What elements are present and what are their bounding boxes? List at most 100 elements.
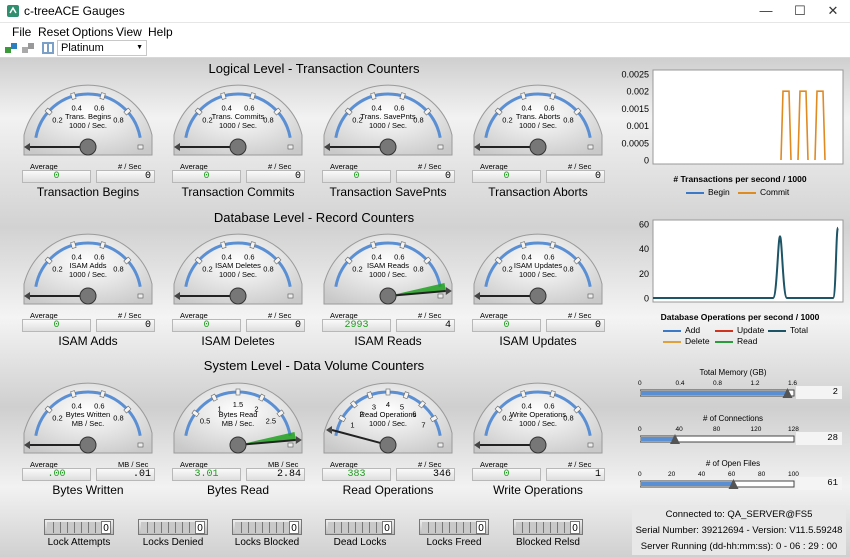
legend-update: Update — [715, 325, 764, 335]
lock-counter: 0 — [513, 519, 583, 535]
lock-counter: 0 — [44, 519, 114, 535]
database-operations-chart: 60 40 20 0 — [639, 219, 844, 304]
gauge-hub — [229, 436, 247, 454]
legend-begin-label: Begin — [708, 187, 730, 197]
gauge-max-stop — [587, 293, 594, 299]
y-tick-label: 0 — [644, 156, 649, 166]
gauge-rate-value: 0 — [96, 170, 155, 183]
gauge-dial: 0.20.4 0.60.8Write Operations1000 / Sec. — [473, 382, 603, 454]
gauge-rate-value: 0 — [546, 319, 605, 332]
menu-view[interactable]: View — [116, 25, 142, 39]
gauge-title: Write Operations — [510, 410, 566, 419]
gauge-tick-label: 7 — [421, 421, 425, 430]
gauge-max-stop — [137, 293, 144, 299]
gauge-unit: 1000 / Sec. — [519, 121, 557, 130]
gauge-dial: 0.20.4 0.60.8Trans. Begins1000 / Sec. — [23, 84, 153, 156]
legend-delete-label: Delete — [685, 336, 710, 346]
legend-update-label: Update — [737, 325, 765, 335]
lock-counter-value: 0 — [289, 521, 299, 534]
lock-counter: 0 — [419, 519, 489, 535]
gauge-dial: 123 4 567Read Operations1000 / Sec. — [323, 382, 453, 454]
menu-reset[interactable]: Reset — [38, 25, 69, 39]
gauge-tick-label: 0.2 — [52, 116, 62, 125]
gauge-label: Transaction Commits — [181, 185, 295, 199]
close-button[interactable]: ✕ — [816, 0, 850, 22]
lock-counter-value: 0 — [382, 521, 392, 534]
slider-title: Total Memory (GB) — [699, 368, 767, 377]
gauge: 0.2 0.4 0.6 0.8 ISAM Updates 1000 / Sec. Avera… — [470, 224, 610, 348]
gauge-tick-label: 1.5 — [233, 400, 243, 409]
maximize-button[interactable]: ☐ — [783, 0, 817, 22]
y-tick-label: 0.0005 — [621, 138, 649, 148]
gauge-max-stop — [437, 144, 444, 150]
menu-file[interactable]: File — [12, 25, 31, 39]
menu-bar: File Reset Options View Help — [0, 23, 850, 40]
gauge: 0.5 1 1.5 2 2.5 Bytes Read MB / Sec. Average MB… — [170, 373, 310, 497]
gauge-average-value: 3.01 — [172, 468, 241, 481]
gauge-title: ISAM Updates — [514, 261, 563, 270]
gauge-style-icon[interactable] — [41, 41, 55, 55]
gauge-unit: 1000 / Sec. — [519, 419, 557, 428]
lock-counter: 0 — [138, 519, 208, 535]
gauge-average-value: 383 — [322, 468, 391, 481]
server-status: Connected to: QA_SERVER@FS5 Serial Numbe… — [632, 505, 846, 555]
gauge-title: Bytes Written — [66, 410, 110, 419]
minimize-button[interactable]: — — [749, 0, 783, 22]
legend-read: Read — [715, 336, 757, 346]
y-tick-label: 0.0025 — [621, 70, 649, 80]
database-plot-area — [652, 219, 844, 303]
gauge-average-value: 0 — [322, 170, 391, 183]
connect-icon[interactable] — [4, 41, 18, 55]
legend-add-label: Add — [685, 325, 701, 335]
gauge-hub — [379, 287, 397, 305]
legend-read-label: Read — [737, 336, 758, 346]
transactions-chart: 0.0025 0.002 0.0015 0.001 0.0005 0 — [621, 69, 844, 166]
gauge-tick-label: 0.8 — [113, 414, 123, 423]
gauge-tick-label: 0.2 — [502, 116, 512, 125]
gauge-max-stop — [287, 293, 294, 299]
lock-counter-cells — [516, 522, 572, 533]
menu-help[interactable]: Help — [148, 25, 173, 39]
gauge-title: Trans. Commits — [212, 112, 265, 121]
gauge-hub — [229, 287, 247, 305]
gauge-average-value: 0 — [22, 170, 91, 183]
gauge-hub — [379, 138, 397, 156]
gauge-rate-value: .01 — [96, 468, 155, 481]
gauge-max-stop — [587, 442, 594, 448]
lock-counter-label: Dead Locks — [333, 537, 387, 548]
gauge-label: Bytes Written — [52, 483, 124, 497]
gauge-unit: MB / Sec. — [222, 419, 255, 428]
slider-fill — [641, 391, 789, 395]
title-bar: c-treeACE Gauges — ☐ ✕ — [0, 0, 850, 23]
section-title-system: System Level - Data Volume Counters — [203, 358, 425, 373]
gauge-rate-value: 1 — [546, 468, 605, 481]
legend-delete: Delete — [663, 336, 710, 346]
menu-options[interactable]: Options — [72, 25, 113, 39]
gauge-max-stop — [437, 442, 444, 448]
gauge-average-value: 0 — [172, 170, 241, 183]
chevron-down-icon: ▼ — [136, 44, 143, 51]
gauge: 0.2 0.4 0.6 0.8 Trans. Aborts 1000 / Sec. Aver… — [470, 75, 610, 199]
gauge-tick-label: 0.8 — [113, 265, 123, 274]
gauge-rate-value: 0 — [246, 170, 305, 183]
slider-track — [640, 434, 795, 444]
slider-title: # of Open Files — [705, 459, 761, 468]
theme-select[interactable]: Platinum ▼ — [57, 40, 147, 56]
lock-counter-label: Blocked Relsd — [516, 537, 580, 548]
gauge-rate-value: 0 — [396, 170, 455, 183]
gauge-average-value: 2993 — [322, 319, 391, 332]
lock-counter-cells — [235, 522, 291, 533]
disconnect-icon[interactable] — [21, 41, 35, 55]
gauge-tick — [385, 388, 391, 396]
section-title-logical: Logical Level - Transaction Counters — [208, 61, 420, 76]
legend-delete-swatch — [663, 340, 681, 343]
slider-track — [640, 388, 795, 398]
y-tick-label: 0.001 — [626, 121, 649, 131]
window-title: c-treeACE Gauges — [24, 4, 125, 18]
gauge-unit: 1000 / Sec. — [219, 121, 257, 130]
gauge-max-stop — [287, 144, 294, 150]
lock-counter: 0 — [325, 519, 395, 535]
lock-counter-value: 0 — [195, 521, 205, 534]
lock-counter-value: 0 — [101, 521, 111, 534]
gauge-title: Trans. Begins — [65, 112, 111, 121]
